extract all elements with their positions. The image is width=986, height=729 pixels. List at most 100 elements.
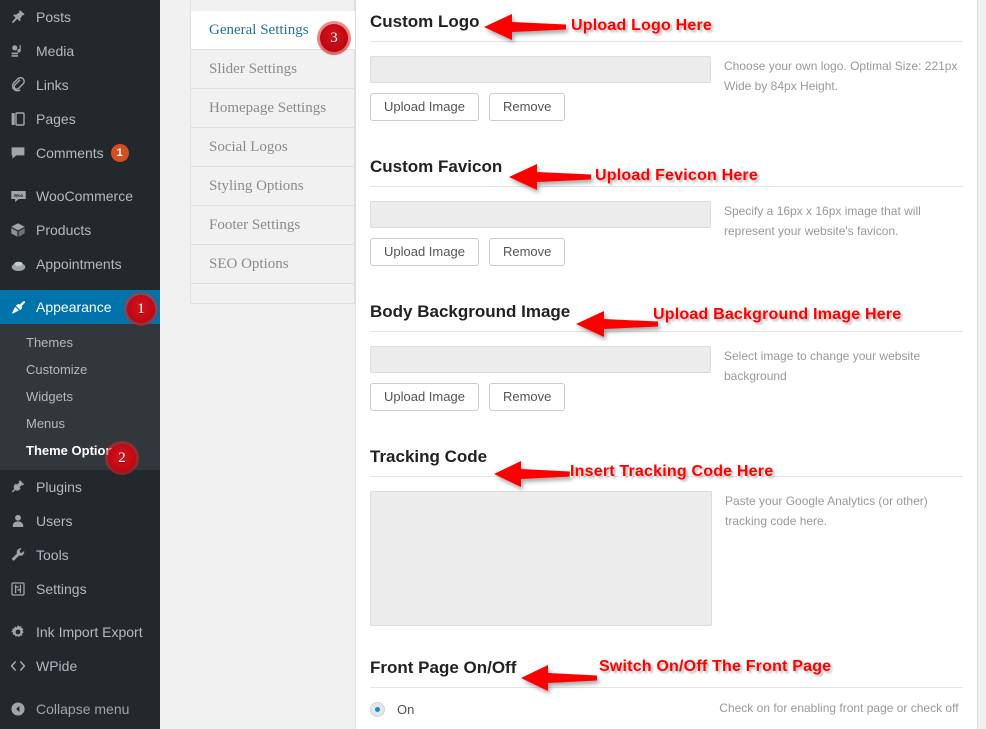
sidebar-item-label: Products bbox=[36, 222, 92, 238]
section-title: Custom Favicon bbox=[370, 145, 963, 187]
code-icon bbox=[10, 658, 36, 674]
tracking-code-textarea[interactable] bbox=[370, 491, 712, 626]
sidebar-item-pages[interactable]: Pages bbox=[0, 102, 160, 136]
tabs-tail bbox=[190, 284, 355, 304]
custom-logo-input[interactable] bbox=[370, 56, 711, 83]
sidebar-item-label: Users bbox=[36, 513, 73, 529]
section-title: Tracking Code bbox=[370, 435, 963, 477]
sidebar-item-posts[interactable]: Posts bbox=[0, 0, 160, 34]
tab-homepage-settings[interactable]: Homepage Settings bbox=[190, 89, 355, 128]
woocommerce-icon: Woo bbox=[10, 188, 36, 205]
sidebar-item-label: Appearance bbox=[36, 299, 112, 315]
tab-slider-settings[interactable]: Slider Settings bbox=[190, 50, 355, 89]
sidebar-item-label: Plugins bbox=[36, 479, 82, 495]
sidebar-divider-1 bbox=[0, 170, 160, 179]
sidebar-item-tools[interactable]: Tools bbox=[0, 538, 160, 572]
settings-content-panel: Custom Logo Upload Image Remove Choose y… bbox=[355, 0, 978, 729]
pin-icon bbox=[10, 9, 36, 25]
sidebar-item-comments[interactable]: Comments 1 bbox=[0, 136, 160, 170]
link-icon bbox=[10, 77, 36, 93]
submenu-item-themes[interactable]: Themes bbox=[0, 329, 160, 356]
section-body-background-image: Body Background Image Upload Image Remov… bbox=[356, 266, 977, 411]
sidebar-item-media[interactable]: Media bbox=[0, 34, 160, 68]
comments-count-badge: 1 bbox=[110, 144, 129, 162]
body-background-upload-button[interactable]: Upload Image bbox=[370, 383, 479, 411]
sidebar-divider-4 bbox=[0, 683, 160, 692]
sidebar-item-label: WooCommerce bbox=[36, 188, 133, 204]
sidebar-item-label: Collapse menu bbox=[36, 701, 130, 717]
sidebar-item-label: Posts bbox=[36, 9, 72, 25]
body-background-remove-button[interactable]: Remove bbox=[488, 383, 566, 411]
page-right-gutter bbox=[978, 0, 986, 729]
sidebar-item-wpide[interactable]: WPide bbox=[0, 649, 160, 683]
submenu-item-menus[interactable]: Menus bbox=[0, 410, 160, 437]
section-custom-favicon: Custom Favicon Upload Image Remove Speci… bbox=[356, 121, 977, 266]
annotation-badge-2: 2 bbox=[108, 444, 136, 472]
tools-icon bbox=[10, 547, 36, 563]
custom-favicon-help-text: Specify a 16px x 16px image that will re… bbox=[724, 204, 921, 238]
sidebar-item-label: Pages bbox=[36, 111, 76, 127]
annotation-badge-1: 1 bbox=[127, 295, 155, 323]
comments-icon bbox=[10, 145, 36, 161]
sidebar-item-settings[interactable]: Settings bbox=[0, 572, 160, 606]
sidebar-item-label: Settings bbox=[36, 581, 87, 597]
admin-sidebar: Posts Media Links Pages Comments 1 Woo W… bbox=[0, 0, 160, 729]
users-icon bbox=[10, 513, 36, 529]
section-title: Front Page On/Off bbox=[370, 646, 963, 688]
submenu-item-theme-options[interactable]: Theme Options bbox=[0, 437, 160, 464]
submenu-item-customize[interactable]: Customize bbox=[0, 356, 160, 383]
sidebar-item-products[interactable]: Products bbox=[0, 213, 160, 247]
tab-seo-options[interactable]: SEO Options bbox=[190, 245, 355, 284]
appearance-submenu: Themes Customize Widgets Menus Theme Opt… bbox=[0, 324, 160, 470]
svg-text:Woo: Woo bbox=[14, 193, 24, 198]
front-page-on-radio[interactable] bbox=[370, 702, 385, 717]
tab-social-logos[interactable]: Social Logos bbox=[190, 128, 355, 167]
sidebar-item-users[interactable]: Users bbox=[0, 504, 160, 538]
sidebar-item-collapse-menu[interactable]: Collapse menu bbox=[0, 692, 160, 726]
sidebar-item-label: Links bbox=[36, 77, 69, 93]
products-icon bbox=[10, 222, 36, 238]
theme-options-tabs: General Settings Slider Settings Homepag… bbox=[190, 0, 355, 729]
custom-logo-remove-button[interactable]: Remove bbox=[488, 93, 566, 121]
sidebar-item-label: Ink Import Export bbox=[36, 624, 143, 640]
sidebar-divider-2 bbox=[0, 281, 160, 290]
sidebar-item-label: Comments bbox=[36, 145, 104, 161]
appointments-icon bbox=[10, 256, 36, 273]
sidebar-item-label: Media bbox=[36, 43, 75, 59]
custom-favicon-remove-button[interactable]: Remove bbox=[488, 238, 566, 266]
pages-icon bbox=[10, 111, 36, 127]
collapse-icon bbox=[10, 701, 36, 717]
tabs-top-strip bbox=[190, 0, 355, 11]
annotation-badge-3: 3 bbox=[320, 24, 348, 52]
sidebar-item-label: WPide bbox=[36, 658, 78, 674]
sidebar-item-label: Tools bbox=[36, 547, 69, 563]
custom-favicon-upload-button[interactable]: Upload Image bbox=[370, 238, 479, 266]
submenu-item-widgets[interactable]: Widgets bbox=[0, 383, 160, 410]
section-title: Body Background Image bbox=[370, 290, 963, 332]
front-page-help-text: Check on for enabling front page or chec… bbox=[719, 701, 959, 715]
front-page-on-label: On bbox=[397, 702, 415, 717]
sidebar-item-ink-import-export[interactable]: Ink Import Export bbox=[0, 615, 160, 649]
custom-logo-upload-button[interactable]: Upload Image bbox=[370, 93, 479, 121]
sidebar-item-plugins[interactable]: Plugins bbox=[0, 470, 160, 504]
wordpress-admin-screen: Posts Media Links Pages Comments 1 Woo W… bbox=[0, 0, 986, 729]
front-page-on-row[interactable]: On bbox=[370, 699, 706, 717]
sidebar-divider-3 bbox=[0, 606, 160, 615]
appearance-icon bbox=[10, 299, 36, 316]
tracking-code-help-text: Paste your Google Analytics (or other) t… bbox=[725, 494, 928, 528]
custom-favicon-input[interactable] bbox=[370, 201, 711, 228]
section-title: Custom Logo bbox=[370, 0, 963, 42]
sidebar-item-links[interactable]: Links bbox=[0, 68, 160, 102]
section-tracking-code: Tracking Code Paste your Google Analytic… bbox=[356, 411, 977, 626]
plugins-icon bbox=[10, 479, 36, 495]
sidebar-item-appointments[interactable]: Appointments bbox=[0, 247, 160, 281]
body-background-input[interactable] bbox=[370, 346, 711, 373]
section-custom-logo: Custom Logo Upload Image Remove Choose y… bbox=[356, 0, 977, 121]
sidebar-item-label: Appointments bbox=[36, 256, 122, 272]
tab-footer-settings[interactable]: Footer Settings bbox=[190, 206, 355, 245]
tab-styling-options[interactable]: Styling Options bbox=[190, 167, 355, 206]
sidebar-item-woocommerce[interactable]: Woo WooCommerce bbox=[0, 179, 160, 213]
media-icon bbox=[10, 43, 36, 59]
tabs-filler bbox=[190, 304, 355, 729]
gear-icon bbox=[10, 624, 36, 640]
